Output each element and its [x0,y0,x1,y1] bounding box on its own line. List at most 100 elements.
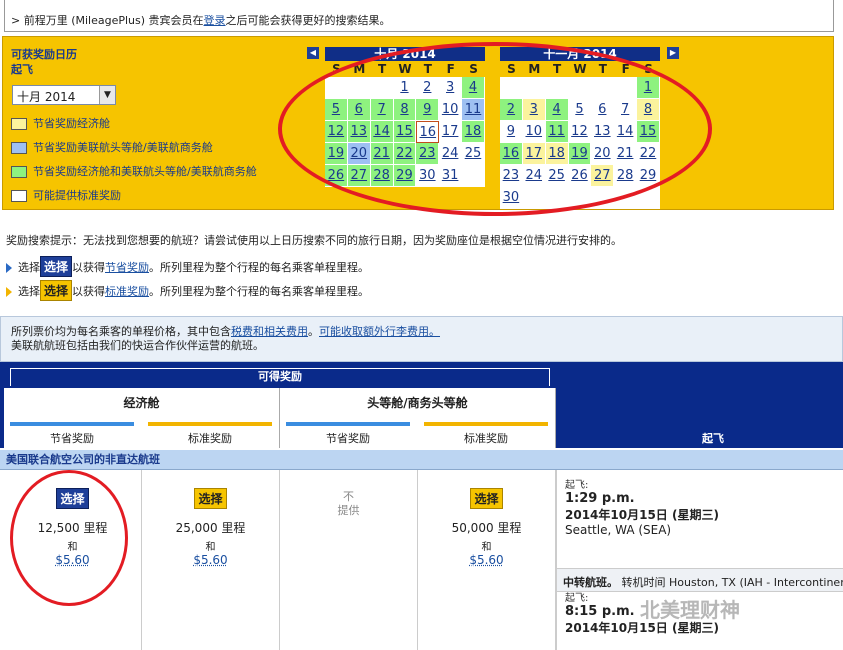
calendar-day[interactable]: 26 [325,165,348,187]
calendar-day[interactable]: 16 [500,143,523,165]
calendar-day[interactable]: 14 [614,121,638,143]
flight-details: 起飞: 1:29 p.m. 2014年10月15日 (星期三) Seattle,… [556,470,843,650]
calendar-day[interactable]: 11 [462,99,485,121]
fee-link[interactable]: $5.60 [142,553,279,567]
fee-link[interactable]: $5.60 [418,553,555,567]
calendar-day[interactable]: 25 [545,165,569,187]
calendar-day[interactable]: 12 [325,121,348,143]
route-type-bar: 美国联合航空公司的非直达航班 [0,450,843,470]
baggage-fee-link[interactable]: 可能收取额外行李费用。 [319,325,440,338]
calendar-day[interactable]: 8 [393,99,417,121]
fare-cell-economy-standard: 选择 25,000 里程 和 $5.60 [142,470,280,650]
legend-swatch [11,190,27,202]
saver-award-link[interactable]: 节省奖励 [105,261,149,274]
calendar-empty-cell [637,187,660,209]
fee-link[interactable]: $5.60 [4,553,141,567]
weekday-row: SMTWTFS [500,61,660,77]
calendar-day[interactable]: 4 [462,77,485,99]
taxes-fees-link[interactable]: 税费和相关费用 [231,325,308,338]
select-economy-saver-button[interactable]: 选择 [56,488,89,509]
calendar-day[interactable]: 10 [439,99,463,121]
prev-month-icon[interactable]: ◀ [307,47,319,59]
calendar-day[interactable]: 20 [347,143,371,165]
calendar-day[interactable]: 15 [637,121,660,143]
notice-prefix: > 前程万里 (MileagePlus) 贵宾会员在 [11,14,204,27]
month-header: 十一月 2014 [500,47,660,61]
calendar-day[interactable]: 27 [591,165,615,187]
calendar-day[interactable]: 2 [416,77,440,99]
calendar-day[interactable]: 24 [439,143,463,165]
calendar-day[interactable]: 7 [614,99,638,121]
calendar-day[interactable]: 3 [439,77,463,99]
calendar-day[interactable]: 5 [568,99,592,121]
calendar-day[interactable]: 9 [500,121,523,143]
calendar-day[interactable]: 30 [416,165,440,187]
and-label: 和 [481,542,492,553]
calendar-day[interactable]: 17 [522,143,546,165]
calendar-day[interactable]: 15 [393,121,417,143]
calendar-day[interactable]: 1 [637,77,660,99]
calendar-day[interactable]: 19 [568,143,592,165]
calendar-day[interactable]: 13 [347,121,371,143]
calendar-day[interactable]: 5 [325,99,348,121]
calendar-day[interactable]: 2 [500,99,523,121]
calendar-day[interactable]: 6 [347,99,371,121]
calendar-day[interactable]: 25 [462,143,485,165]
calendar-day[interactable]: 23 [500,165,523,187]
calendar-day[interactable]: 11 [545,121,569,143]
calendar-day[interactable]: 27 [347,165,371,187]
calendar-day[interactable]: 8 [637,99,660,121]
calendar-day[interactable]: 6 [591,99,615,121]
calendar-day[interactable]: 29 [393,165,417,187]
price-notice: 所列票价均为每名乘客的单程价格，其中包含税费和相关费用。可能收取额外行李费用。 … [0,316,843,362]
login-link[interactable]: 登录 [204,14,226,27]
calendar-day[interactable]: 21 [614,143,638,165]
calendar-day[interactable]: 30 [500,187,523,209]
calendar-day[interactable]: 28 [370,165,394,187]
legend-label: 节省奖励美联航头等舱/美联航商务舱 [33,141,213,154]
arrow-right-icon [6,263,12,273]
first-saver-label: 节省奖励 [286,422,410,454]
miles-value: 50,000 里程 [451,521,522,535]
calendar-day[interactable]: 1 [393,77,417,99]
calendar-empty-cell [370,77,394,99]
fare-cell-first-standard: 选择 50,000 里程 和 $5.60 [418,470,556,650]
first-column-header: 头等舱/商务头等舱 节省奖励 标准奖励 [280,388,556,454]
calendar-day[interactable]: 28 [614,165,638,187]
calendar-day[interactable]: 31 [439,165,463,187]
calendar-day[interactable]: 23 [416,143,440,165]
legend-label: 可能提供标准奖励 [33,189,121,202]
standard-select-sample: 选择 [40,280,73,301]
calendar-day[interactable]: 29 [637,165,660,187]
calendar-day[interactable]: 20 [591,143,615,165]
calendar-day[interactable]: 18 [545,143,569,165]
month-select[interactable]: 十月 2014 ▼ [12,85,116,105]
legend-label: 节省奖励经济舱 [33,117,110,130]
calendar-day[interactable]: 17 [439,121,463,143]
calendar-day[interactable]: 24 [522,165,546,187]
calendar-day[interactable]: 9 [416,99,440,121]
miles-value: 12,500 里程 [37,521,108,535]
calendar-day[interactable]: 21 [370,143,394,165]
calendar-day[interactable]: 13 [591,121,615,143]
calendar-day[interactable]: 18 [462,121,485,143]
calendar-empty-cell [462,165,485,187]
next-month-icon[interactable]: ▶ [667,47,679,59]
calendar-day[interactable]: 19 [325,143,348,165]
weekday-label: S [469,62,478,76]
select-first-standard-button[interactable]: 选择 [470,488,503,509]
calendar-day[interactable]: 10 [522,121,546,143]
calendar-day[interactable]: 16 [416,121,440,143]
calendar-day[interactable]: 3 [522,99,546,121]
calendar-month-october: 十月 2014 SMTWTFS 1 2 3 4 5 6 7 8 9 10 11 12 13 14 15 16 1… [325,47,485,187]
calendar-day[interactable]: 22 [637,143,660,165]
select-economy-standard-button[interactable]: 选择 [194,488,227,509]
calendar-day[interactable]: 26 [568,165,592,187]
standard-award-link[interactable]: 标准奖励 [105,285,149,298]
calendar-day[interactable]: 4 [545,99,569,121]
weekday-label: T [378,62,387,76]
calendar-day[interactable]: 12 [568,121,592,143]
calendar-day[interactable]: 22 [393,143,417,165]
calendar-day[interactable]: 7 [370,99,394,121]
calendar-day[interactable]: 14 [370,121,394,143]
